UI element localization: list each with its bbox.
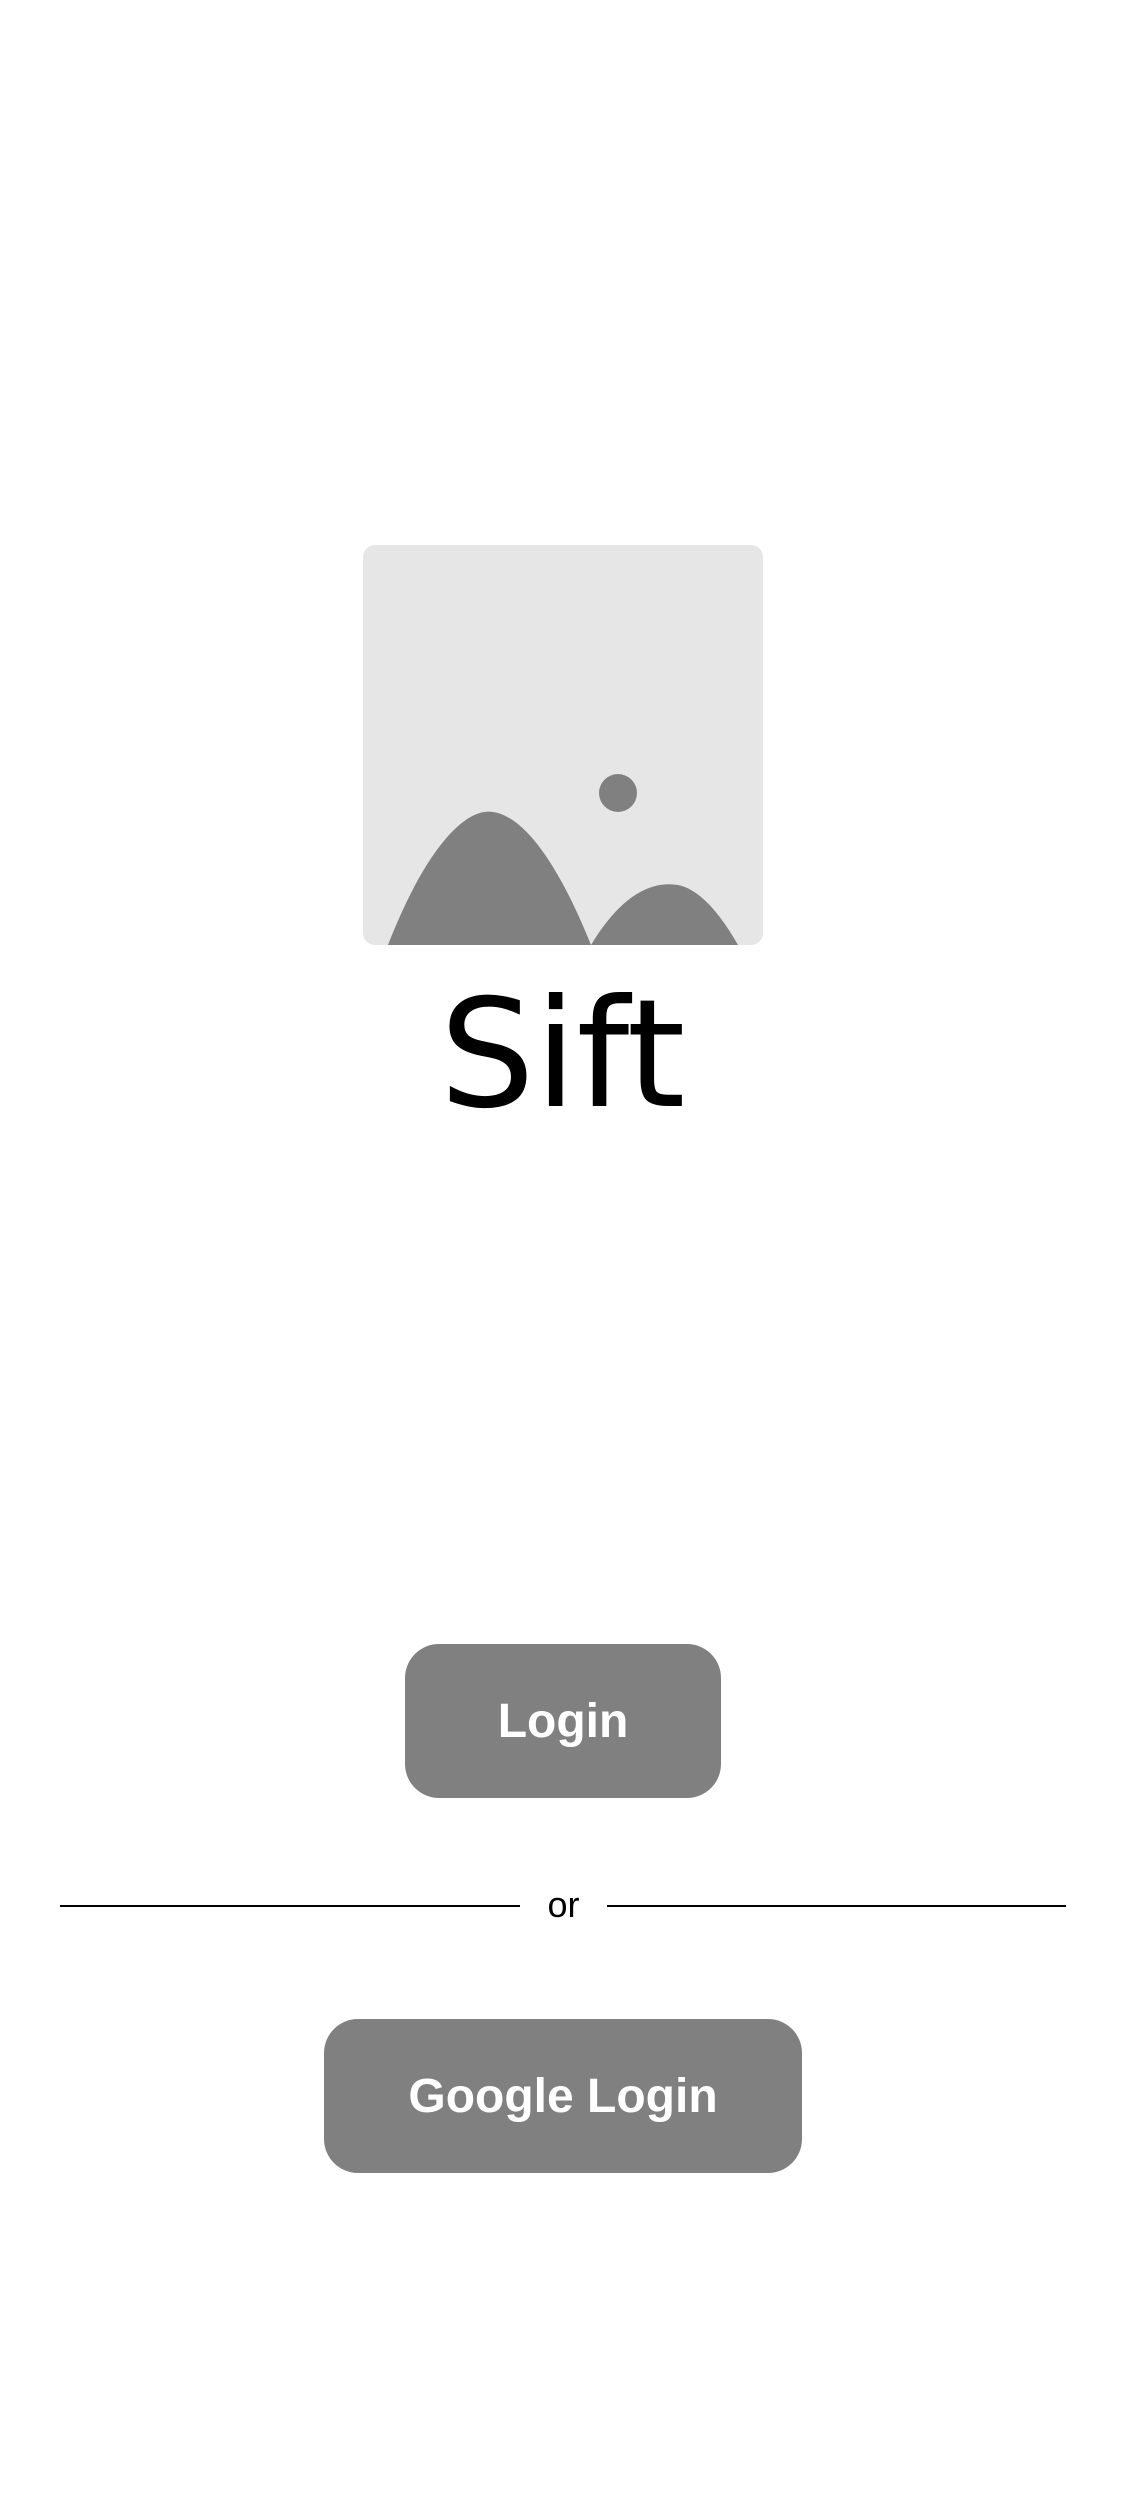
divider-line-right	[607, 1905, 1066, 1907]
or-divider: or	[60, 1880, 1066, 1930]
image-placeholder-icon	[388, 774, 738, 945]
divider-label: or	[547, 1884, 580, 1925]
login-button[interactable]: Login	[405, 1644, 721, 1798]
logo-image	[363, 545, 763, 945]
divider-line-left	[60, 1905, 520, 1907]
app-title: Sift	[439, 968, 686, 1142]
google-login-button[interactable]: Google Login	[324, 2019, 802, 2173]
